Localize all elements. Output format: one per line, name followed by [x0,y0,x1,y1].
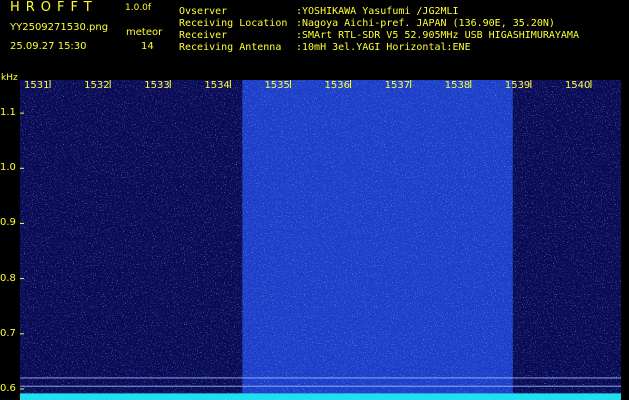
y-tick-label: 1.0 [0,162,16,174]
mode-label: meteor [126,27,163,38]
info-row-observer: Ovserver :YOSHIKAWA Yasufumi /JG2MLI [179,6,459,18]
info-label: Ovserver [179,6,228,17]
spectrogram-canvas [20,80,621,400]
y-axis-unit: kHz [1,73,18,83]
y-tick-label: 0.8 [0,272,16,284]
info-label: Receiving Location [179,18,288,29]
info-label: Receiver [179,30,228,41]
x-tick-label: 1534 [204,80,230,91]
file-name: YY2509271530.png [10,22,109,33]
app-version: 1.0.0f [125,3,152,13]
info-row-location: Receiving Location :Nagoya Aichi-pref. JA… [179,18,555,30]
x-tick-label: 1540 [564,80,591,91]
info-row-antenna: Receiving Antenna :10mH 3el.YAGI Horizont… [179,42,471,54]
timestamp: 25.09.27 15:30 [10,41,87,52]
y-tick-label: 0.7 [0,327,16,339]
noise-floor [20,393,621,400]
x-tick-label: 1538 [444,80,471,91]
y-tick-label: 0.9 [0,217,16,229]
app-title: HROFFT [10,0,98,15]
x-tick-label: 1533 [144,80,170,91]
noise-texture [20,80,621,400]
info-value: :Nagoya Aichi-pref. JAPAN (136.90E, 35.2… [296,18,555,29]
info-label: Receiving Antenna [179,42,282,53]
x-tick-label: 1537 [384,80,411,91]
y-tick-label: 1.1 [0,107,16,119]
x-tick-label: 1536 [324,80,350,91]
y-tick-label: 0.6 [0,382,16,394]
info-value: :10mH 3el.YAGI Horizontal:ENE [296,42,471,53]
info-value: :YOSHIKAWA Yasufumi /JG2MLI [296,6,459,17]
meteor-count: 14 [141,41,154,52]
x-tick-label: 1539 [504,80,531,91]
x-tick-label: 1535 [264,80,290,91]
x-tick-label: 1531 [24,80,50,91]
info-row-receiver: Receiver :SMArt RTL-SDR V5 52.905MHz USB … [179,30,579,42]
spectrogram [20,80,621,400]
info-value: :SMArt RTL-SDR V5 52.905MHz USB HIGASHIM… [296,30,579,41]
x-tick-label: 1532 [84,80,110,91]
